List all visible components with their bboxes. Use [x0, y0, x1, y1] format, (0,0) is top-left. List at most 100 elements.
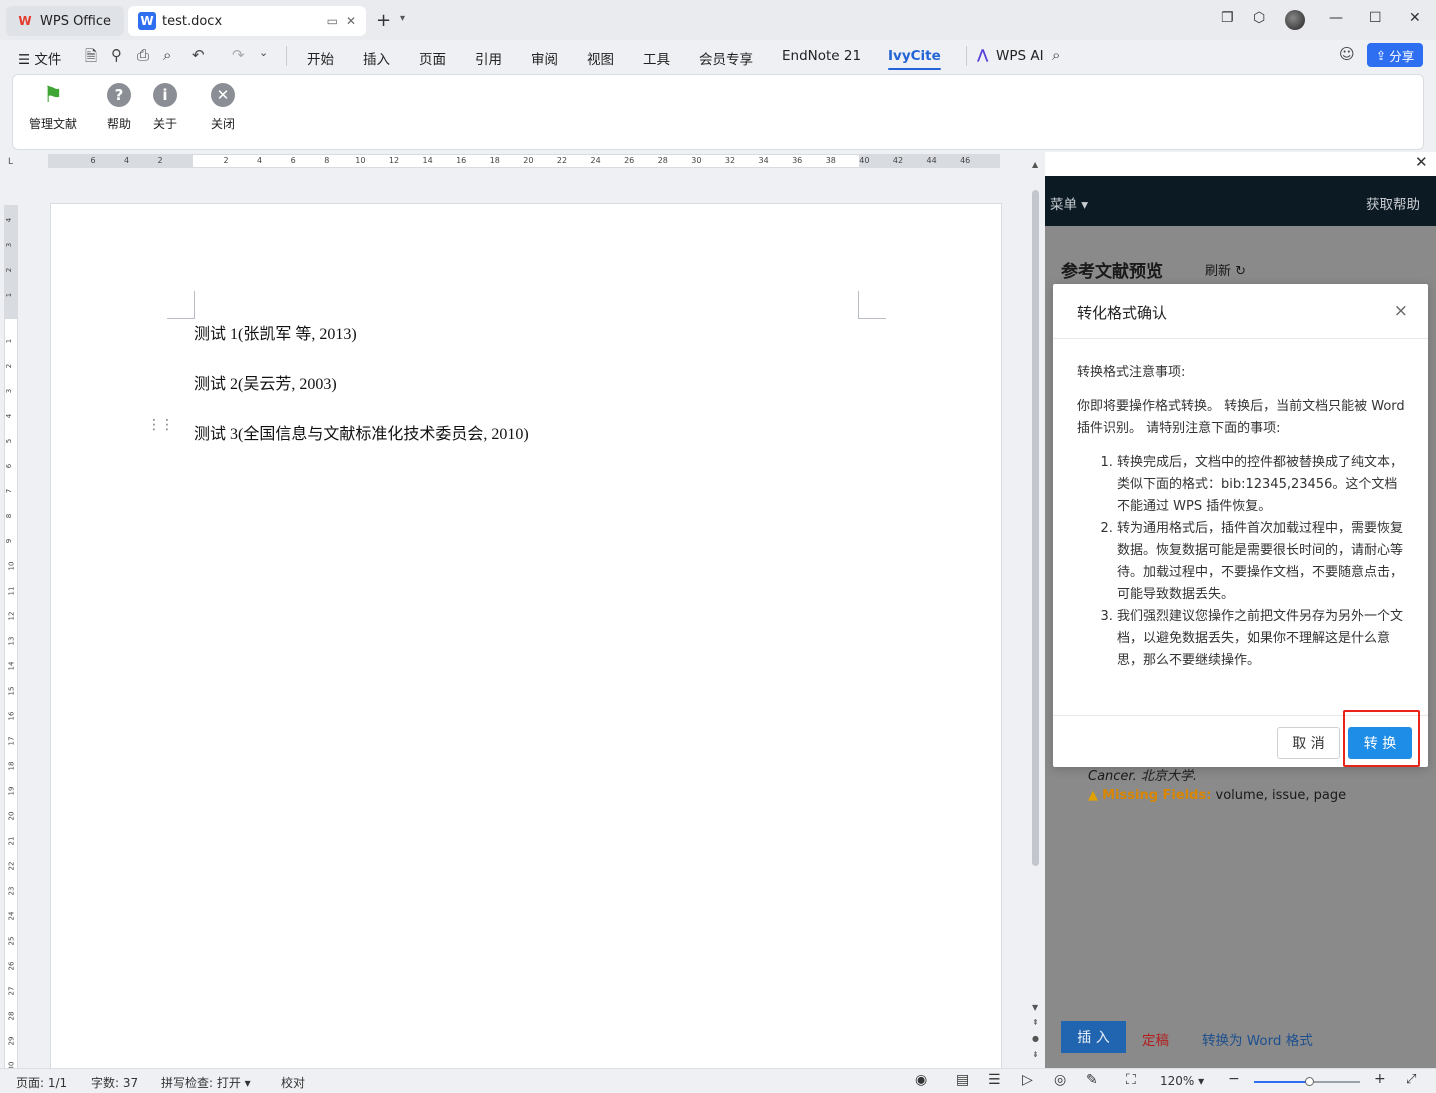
tab-close-icon[interactable]: ✕	[346, 14, 356, 28]
menu-start[interactable]: 开始	[307, 48, 334, 68]
print-preview-icon[interactable]: ⌕	[163, 46, 171, 64]
menu-review[interactable]: 审阅	[531, 48, 558, 68]
vertical-scrollbar[interactable]	[1030, 160, 1042, 1068]
question-icon: ?	[107, 83, 131, 107]
ruler-tick: 13	[7, 636, 16, 646]
web-view-icon[interactable]: ◎	[1054, 1072, 1066, 1088]
avatar[interactable]	[1285, 10, 1305, 30]
notice-intro: 你即将要操作格式转换。 转换后，当前文档只能被 Word 插件识别。 请特别注意…	[1077, 399, 1405, 436]
paragraph-1[interactable]: 测试 1(张凯军 等, 2013)	[194, 320, 357, 344]
pen-icon[interactable]: ✎	[1086, 1072, 1098, 1088]
refresh-button[interactable]: 刷新 ↻	[1205, 260, 1246, 279]
prev-page-icon[interactable]: ⇞	[1032, 1018, 1039, 1027]
paragraph-3[interactable]: 测试 3(全国信息与文献标准化技术委员会, 2010)	[194, 420, 529, 444]
spell-check[interactable]: 拼写检查: 打开 ▾	[161, 1074, 251, 1091]
ruler-tick: 16	[456, 156, 467, 165]
panel-header: 菜单 ▾ 获取帮助	[1045, 176, 1436, 226]
print-icon[interactable]: ⎙	[137, 46, 149, 64]
title-bar: W WPS Office W test.docx ▭ ✕ + ▾ ❐ ⬡ — ☐…	[0, 0, 1436, 40]
insert-button[interactable]: 插 入	[1061, 1021, 1126, 1053]
minimize-icon[interactable]: —	[1329, 10, 1343, 26]
undo-icon[interactable]: ↶	[192, 46, 205, 64]
menu-file[interactable]: ☰ 文件	[18, 48, 61, 68]
ruler-tick: 26	[7, 961, 16, 971]
ruler-tick: 5	[5, 438, 14, 444]
menu-tools[interactable]: 工具	[643, 48, 670, 68]
select-browse-icon[interactable]: ●	[1032, 1034, 1039, 1043]
box-icon[interactable]: ⬡	[1253, 10, 1265, 26]
menu-wps-ai[interactable]: WPS AI	[996, 48, 1044, 64]
maximize-icon[interactable]: ☐	[1369, 10, 1382, 26]
page-view-icon[interactable]: ▤	[956, 1072, 969, 1088]
panel-get-help[interactable]: 获取帮助	[1366, 193, 1420, 213]
document-page[interactable]	[50, 203, 1002, 1073]
share-button[interactable]: ⇪ 分享	[1367, 43, 1423, 67]
zoom-slider-fill	[1254, 1081, 1310, 1083]
tab-stop-selector[interactable]: L	[8, 157, 13, 167]
close-button[interactable]: ✕ 关闭	[211, 83, 235, 132]
more-dropdown-icon[interactable]: ⌄	[259, 46, 268, 59]
about-button[interactable]: i 关于	[153, 83, 177, 132]
drag-handle-icon[interactable]: ⋮⋮	[147, 418, 174, 432]
menu-member[interactable]: 会员专享	[699, 48, 753, 68]
close-icon[interactable]: ✕	[1409, 10, 1421, 26]
proofread[interactable]: 校对	[281, 1074, 305, 1091]
menu-ivycite[interactable]: IvyCite	[888, 48, 941, 70]
word-count[interactable]: 字数: 37	[91, 1074, 138, 1091]
tab-test-docx[interactable]: W test.docx ▭ ✕	[128, 6, 366, 36]
ruler-tick: 8	[324, 156, 330, 165]
save-icon[interactable]: 🗎	[85, 46, 97, 71]
outline-icon[interactable]: ☰	[988, 1072, 1001, 1088]
tab-preview-icon[interactable]: ▭	[327, 14, 338, 28]
status-bar: 页面: 1/1 字数: 37 拼写检查: 打开 ▾ 校对 ◉ ▤ ☰ ▷ ◎ ✎…	[0, 1068, 1436, 1093]
ruler-tick: 14	[7, 661, 16, 671]
dialog-header: 转化格式确认 ×	[1053, 284, 1428, 339]
cancel-button[interactable]: 取 消	[1277, 727, 1340, 759]
vertical-ruler[interactable]: 4 3 2 1 1 2 3 4 5 6 7 8 9 10 11 12 13 14 15 16 17 18 19 20 21 22 2…	[4, 205, 18, 1070]
next-page-icon[interactable]: ⇟	[1032, 1050, 1039, 1059]
share-icon: ⇪	[1375, 47, 1387, 63]
manage-references-button[interactable]: ⚑ 管理文献	[29, 83, 77, 132]
help-button[interactable]: ? 帮助	[107, 83, 131, 132]
convert-word-link[interactable]: 转换为 Word 格式	[1202, 1029, 1313, 1049]
search-icon[interactable]: ⌕	[1052, 46, 1060, 64]
menu-endnote[interactable]: EndNote 21	[782, 48, 861, 64]
menu-view[interactable]: 视图	[587, 48, 614, 68]
scroll-down-icon[interactable]: ▼	[1032, 1003, 1038, 1012]
ruler-tick: 40	[859, 156, 870, 165]
panel-title: 参考文献预览	[1061, 262, 1163, 282]
finalize-link[interactable]: 定稿	[1142, 1029, 1169, 1049]
new-tab-dropdown-icon[interactable]: ▾	[400, 13, 405, 24]
horizontal-ruler[interactable]: 6 4 2 2 4 6 8 10 12 14 16 18 20 22 24 26 28 30 32 34 36 38 40 4…	[48, 154, 1000, 168]
play-icon[interactable]: ▷	[1022, 1072, 1033, 1088]
eye-icon[interactable]: ◉	[915, 1072, 927, 1088]
zoom-out-icon[interactable]: −	[1228, 1071, 1240, 1087]
restore-icon[interactable]: ❐	[1221, 10, 1234, 26]
menu-reference[interactable]: 引用	[475, 48, 502, 68]
menu-insert[interactable]: 插入	[363, 48, 390, 68]
panel-close-icon[interactable]: ✕	[1415, 153, 1428, 171]
ruler-tick: 3	[5, 242, 14, 248]
ruler-tick: 2	[223, 156, 229, 165]
zoom-slider[interactable]	[1254, 1077, 1360, 1086]
fit-page-icon[interactable]: ⛶	[1126, 1072, 1136, 1088]
ruler-tick: 36	[792, 156, 803, 165]
zoom-slider-knob[interactable]	[1305, 1077, 1315, 1086]
new-tab-icon[interactable]: +	[376, 10, 391, 31]
panel-menu[interactable]: 菜单 ▾	[1050, 193, 1088, 213]
paragraph-2[interactable]: 测试 2(吴云芳, 2003)	[194, 370, 337, 394]
scrollbar-thumb[interactable]	[1032, 190, 1039, 866]
dialog-close-icon[interactable]: ×	[1394, 301, 1408, 321]
menu-page[interactable]: 页面	[419, 48, 446, 68]
fullscreen-icon[interactable]: ⤢	[1406, 1072, 1416, 1087]
format-painter-icon[interactable]: ⚲	[111, 46, 122, 64]
zoom-level[interactable]: 120% ▾	[1160, 1074, 1204, 1088]
page-indicator[interactable]: 页面: 1/1	[16, 1074, 67, 1091]
chat-icon[interactable]: ☺	[1339, 45, 1355, 63]
tab-wps-office[interactable]: W WPS Office	[6, 6, 124, 36]
ruler-tick: 6	[5, 463, 14, 469]
ruler-tick: 24	[7, 911, 16, 921]
scroll-up-icon[interactable]: ▲	[1032, 160, 1038, 169]
zoom-in-icon[interactable]: +	[1374, 1071, 1386, 1087]
redo-icon[interactable]: ↷	[232, 46, 245, 64]
